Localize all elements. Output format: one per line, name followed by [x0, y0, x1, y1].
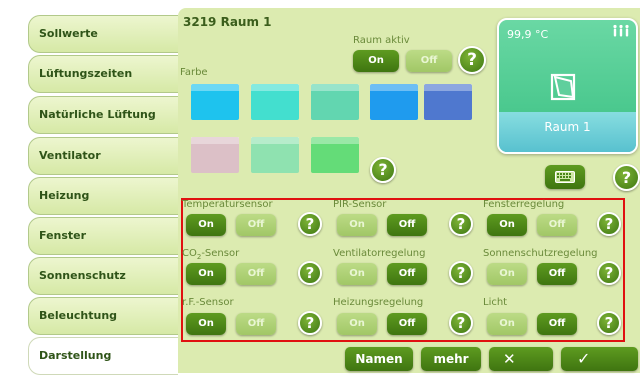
confirm-button[interactable]: ✓ — [561, 347, 638, 371]
raum-aktiv-off-button[interactable]: Off — [406, 50, 452, 72]
tab-label: Heizung — [39, 189, 90, 202]
pir-sensor-off-button[interactable]: Off — [387, 214, 427, 236]
tab-natuerliche-lueftung[interactable]: Natürliche Lüftung — [28, 96, 178, 134]
tab-label: Fenster — [39, 229, 87, 242]
sonnenschutzregelung-on-button[interactable]: On — [487, 263, 527, 285]
keyboard-icon — [555, 171, 575, 183]
help-icon[interactable]: ? — [613, 164, 640, 191]
ventilatorregelung-label: Ventilatorregelung — [333, 248, 426, 259]
tab-ventilator[interactable]: Ventilator — [28, 137, 178, 175]
co2-sensor-on-button[interactable]: On — [186, 263, 226, 285]
sonnenschutzregelung-off-button[interactable]: Off — [537, 263, 577, 285]
heizungsregelung-on-button[interactable]: On — [337, 313, 377, 335]
help-icon[interactable]: ? — [298, 311, 322, 335]
tab-label: Sollwerte — [39, 27, 98, 40]
pir-sensor-label: PIR-Sensor — [333, 199, 387, 210]
tab-label: Beleuchtung — [39, 309, 118, 322]
ventilatorregelung-off-button[interactable]: Off — [387, 263, 427, 285]
raum-aktiv-label: Raum aktiv — [353, 35, 410, 46]
help-icon[interactable]: ? — [449, 212, 473, 236]
help-icon[interactable]: ? — [449, 311, 473, 335]
licht-off-button[interactable]: Off — [537, 313, 577, 335]
people-icon — [613, 24, 629, 37]
color-swatch-3[interactable] — [311, 84, 359, 120]
tab-label: Sonnenschutz — [39, 269, 126, 282]
room-name-bar: Raum 1 — [499, 112, 636, 152]
rf-sensor-label: r.F.-Sensor — [182, 297, 234, 308]
color-swatch-8[interactable] — [311, 137, 359, 173]
temperatursensor-off-button[interactable]: Off — [236, 214, 276, 236]
tab-label: Natürliche Lüftung — [39, 108, 156, 121]
names-button[interactable]: Namen — [345, 347, 413, 371]
co2-sensor-label: CO2-Sensor — [182, 248, 239, 261]
color-swatch-4[interactable] — [370, 84, 418, 120]
fensterregelung-off-button[interactable]: Off — [537, 214, 577, 236]
co2-label-post: -Sensor — [201, 248, 240, 259]
help-icon[interactable]: ? — [370, 157, 396, 183]
licht-label: Licht — [483, 297, 508, 308]
fensterregelung-label: Fensterregelung — [483, 199, 565, 210]
fensterregelung-on-button[interactable]: On — [487, 214, 527, 236]
raum-aktiv-on-button[interactable]: On — [353, 50, 399, 72]
help-icon[interactable]: ? — [458, 46, 486, 74]
color-swatch-7[interactable] — [251, 137, 299, 173]
tab-lueftungszeiten[interactable]: Lüftungszeiten — [28, 55, 178, 93]
color-swatch-2[interactable] — [251, 84, 299, 120]
help-icon[interactable]: ? — [597, 212, 621, 236]
sonnenschutzregelung-label: Sonnenschutzregelung — [483, 248, 598, 259]
close-icon: ✕ — [503, 350, 516, 368]
co2-label-pre: CO — [182, 248, 197, 259]
window-tilt-icon — [550, 73, 576, 101]
pir-sensor-on-button[interactable]: On — [337, 214, 377, 236]
room-temperature: 99,9 °C — [507, 28, 549, 41]
more-button[interactable]: mehr — [421, 347, 481, 371]
color-swatch-6[interactable] — [191, 137, 239, 173]
help-icon[interactable]: ? — [597, 261, 621, 285]
tab-beleuchtung[interactable]: Beleuchtung — [28, 297, 178, 335]
tab-label: Lüftungszeiten — [39, 67, 133, 80]
check-icon: ✓ — [577, 349, 591, 368]
help-icon[interactable]: ? — [298, 261, 322, 285]
tab-heizung[interactable]: Heizung — [28, 177, 178, 215]
keyboard-button[interactable] — [545, 165, 585, 189]
tab-label: Darstellung — [39, 349, 112, 362]
color-swatch-5[interactable] — [424, 84, 472, 120]
farbe-label: Farbe — [180, 67, 208, 78]
tab-fenster[interactable]: Fenster — [28, 217, 178, 255]
help-icon[interactable]: ? — [597, 311, 621, 335]
cancel-button[interactable]: ✕ — [489, 347, 553, 371]
page-title: 3219 Raum 1 — [183, 15, 272, 29]
tab-sonnenschutz[interactable]: Sonnenschutz — [28, 257, 178, 295]
room-name: Raum 1 — [544, 120, 591, 134]
room-card[interactable]: 99,9 °C Raum 1 — [497, 18, 638, 154]
tab-darstellung[interactable]: Darstellung — [28, 337, 178, 375]
tab-sollwerte[interactable]: Sollwerte — [28, 15, 178, 53]
temperatursensor-on-button[interactable]: On — [186, 214, 226, 236]
ventilatorregelung-on-button[interactable]: On — [337, 263, 377, 285]
rf-sensor-on-button[interactable]: On — [186, 313, 226, 335]
tab-label: Ventilator — [39, 149, 101, 162]
help-icon[interactable]: ? — [449, 261, 473, 285]
color-swatch-1[interactable] — [191, 84, 239, 120]
heizungsregelung-label: Heizungsregelung — [333, 297, 424, 308]
licht-on-button[interactable]: On — [487, 313, 527, 335]
co2-sensor-off-button[interactable]: Off — [236, 263, 276, 285]
temperatursensor-label: Temperatursensor — [182, 199, 273, 210]
help-icon[interactable]: ? — [298, 212, 322, 236]
heizungsregelung-off-button[interactable]: Off — [387, 313, 427, 335]
rf-sensor-off-button[interactable]: Off — [236, 313, 276, 335]
